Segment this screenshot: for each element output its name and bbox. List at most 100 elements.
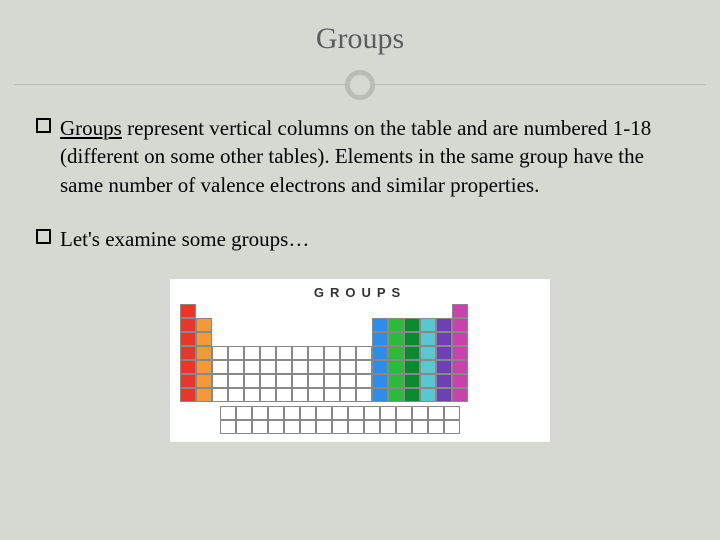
pt-cell: [340, 374, 356, 388]
pt-cell: [412, 420, 428, 434]
bullet-item: Let's examine some groups…: [36, 225, 684, 253]
pt-cell: [324, 374, 340, 388]
pt-cell: [276, 318, 292, 332]
pt-cell: [252, 420, 268, 434]
pt-cell: [412, 406, 428, 420]
pt-cell: [388, 304, 404, 318]
pt-cell: [292, 360, 308, 374]
figure-inner: GROUPS: [170, 279, 550, 442]
pt-cell: [404, 360, 420, 374]
pt-cell: [428, 406, 444, 420]
pt-cell: [180, 318, 196, 332]
bullet-box-icon: [36, 118, 51, 133]
pt-cell: [196, 332, 212, 346]
pt-cell: [404, 374, 420, 388]
pt-cell: [324, 304, 340, 318]
pt-cell: [420, 360, 436, 374]
pt-cell: [228, 304, 244, 318]
pt-cell: [356, 360, 372, 374]
pt-cell: [388, 374, 404, 388]
page-title: Groups: [14, 22, 706, 56]
pt-cell: [292, 318, 308, 332]
pt-cell: [180, 374, 196, 388]
pt-cell: [276, 346, 292, 360]
pt-cell: [268, 406, 284, 420]
pt-cell: [276, 332, 292, 346]
pt-cell: [292, 388, 308, 402]
pt-cell: [276, 360, 292, 374]
pt-cell: [380, 406, 396, 420]
pt-cell: [308, 346, 324, 360]
pt-cell: [396, 420, 412, 434]
pt-cell: [292, 304, 308, 318]
pt-cell: [372, 374, 388, 388]
pt-cell: [180, 388, 196, 402]
pt-cell: [340, 332, 356, 346]
pt-cell: [276, 374, 292, 388]
pt-cell: [284, 420, 300, 434]
pt-cell: [196, 374, 212, 388]
pt-cell: [196, 304, 212, 318]
pt-cell: [372, 304, 388, 318]
pt-cell: [292, 374, 308, 388]
pt-cell: [308, 318, 324, 332]
pt-cell: [452, 304, 468, 318]
pt-cell: [436, 332, 452, 346]
pt-cell: [196, 346, 212, 360]
pt-cell: [436, 304, 452, 318]
periodic-table-diagram: [180, 304, 540, 434]
f-block: [220, 406, 540, 434]
pt-cell: [324, 318, 340, 332]
pt-cell: [260, 318, 276, 332]
pt-cell: [228, 388, 244, 402]
pt-cell: [372, 388, 388, 402]
pt-cell: [388, 388, 404, 402]
pt-cell: [276, 304, 292, 318]
pt-cell: [292, 346, 308, 360]
pt-cell: [364, 420, 380, 434]
pt-cell: [340, 318, 356, 332]
figure-title: GROUPS: [180, 285, 540, 300]
pt-cell: [308, 360, 324, 374]
pt-cell: [372, 346, 388, 360]
pt-cell: [228, 374, 244, 388]
pt-cell: [316, 420, 332, 434]
pt-cell: [396, 406, 412, 420]
pt-cell: [196, 360, 212, 374]
pt-cell: [420, 318, 436, 332]
divider-circle-icon: [345, 70, 375, 100]
pt-cell: [404, 304, 420, 318]
pt-cell: [300, 406, 316, 420]
pt-cell: [404, 388, 420, 402]
figure: GROUPS: [36, 279, 684, 442]
bullet-lead: Groups: [60, 116, 122, 140]
pt-cell: [228, 346, 244, 360]
pt-cell: [356, 346, 372, 360]
pt-cell: [356, 318, 372, 332]
pt-cell: [340, 388, 356, 402]
pt-cell: [324, 346, 340, 360]
pt-cell: [244, 332, 260, 346]
slide: Groups Groups represent vertical columns…: [14, 10, 706, 530]
pt-cell: [180, 360, 196, 374]
bullet-text: Let's examine some groups…: [60, 227, 309, 251]
pt-cell: [444, 420, 460, 434]
pt-cell: [260, 332, 276, 346]
bullet-box-icon: [36, 229, 51, 244]
pt-cell: [452, 346, 468, 360]
pt-cell: [452, 374, 468, 388]
pt-cell: [388, 318, 404, 332]
pt-cell: [284, 406, 300, 420]
pt-cell: [436, 388, 452, 402]
pt-cell: [324, 388, 340, 402]
bullet-item: Groups represent vertical columns on the…: [36, 114, 684, 199]
pt-cell: [260, 374, 276, 388]
pt-cell: [348, 406, 364, 420]
pt-cell: [228, 332, 244, 346]
pt-cell: [372, 360, 388, 374]
pt-cell: [268, 420, 284, 434]
pt-cell: [324, 360, 340, 374]
pt-cell: [212, 332, 228, 346]
title-area: Groups: [14, 10, 706, 106]
pt-cell: [196, 318, 212, 332]
